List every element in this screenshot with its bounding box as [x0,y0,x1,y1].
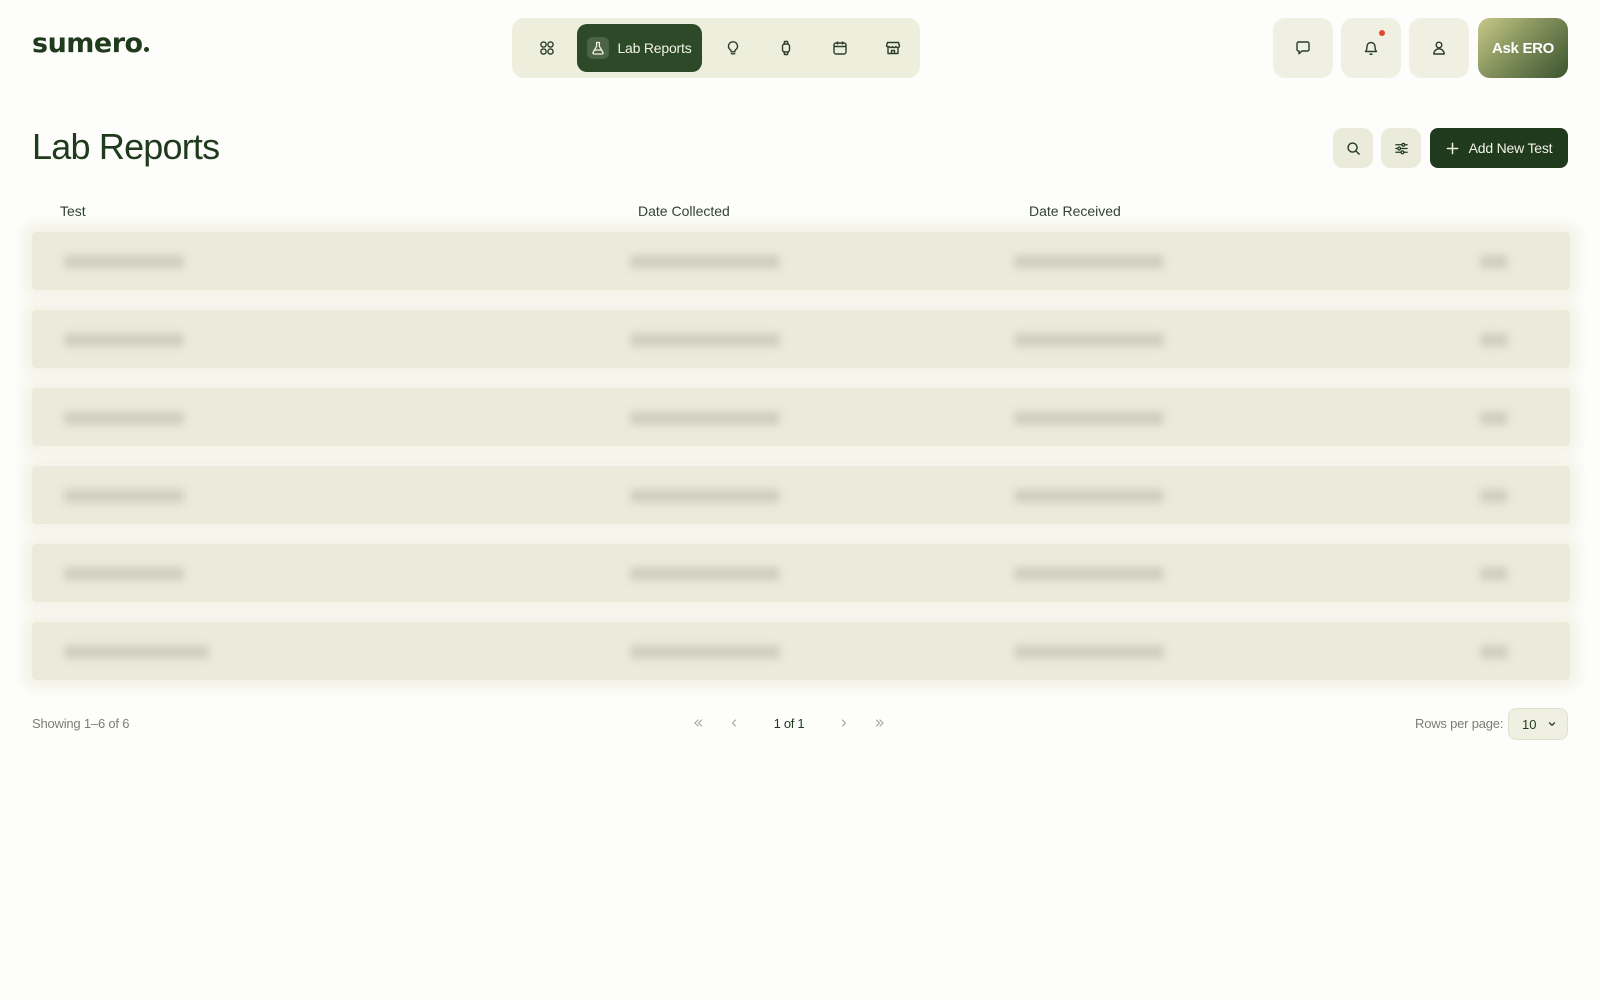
store-icon [885,40,901,56]
table-body [32,232,1570,700]
chevrons-right-icon [874,717,886,729]
grid-icon [539,40,555,56]
calendar-icon [832,40,848,56]
main-nav: Lab Reports [512,18,920,78]
flask-icon [587,37,610,59]
app-logo[interactable]: sumero [32,28,149,59]
add-new-test-button[interactable]: Add New Test [1430,128,1568,168]
cell-date-collected-blurred [630,645,780,659]
cell-action-blurred [1480,333,1508,347]
next-page-button[interactable] [826,711,862,735]
profile-button[interactable] [1409,18,1469,78]
table-header: Test Date Collected Date Received [32,200,1568,224]
rows-per-page-label: Rows per page: [1415,716,1504,731]
cell-action-blurred [1480,411,1508,425]
chat-bubble-icon [1295,40,1311,56]
cell-action-blurred [1480,489,1508,503]
nav-item-insights[interactable] [706,24,759,72]
cell-action-blurred [1480,255,1508,269]
cell-date-received-blurred [1014,255,1164,269]
sliders-icon [1394,141,1409,156]
table-row[interactable] [32,388,1570,446]
chevrons-left-icon [692,717,704,729]
logo-dot [143,47,149,52]
cell-action-blurred [1480,567,1508,581]
cell-date-collected-blurred [630,255,780,269]
cell-date-received-blurred [1014,333,1164,347]
notification-dot [1379,30,1385,36]
table-row[interactable] [32,232,1570,290]
chevron-down-icon [1547,719,1557,729]
cell-date-collected-blurred [630,567,780,581]
filter-button[interactable] [1381,128,1421,168]
chat-button[interactable] [1273,18,1333,78]
table-row[interactable] [32,466,1570,524]
bell-icon [1363,40,1379,56]
page-indicator: 1 of 1 [773,715,805,731]
search-button[interactable] [1333,128,1373,168]
pagination: 1 of 1 [680,711,898,735]
column-header-test[interactable]: Test [60,203,86,219]
column-header-date-received[interactable]: Date Received [1029,203,1121,219]
nav-item-store[interactable] [867,24,920,72]
rows-per-page-value: 10 [1522,716,1537,732]
table-row[interactable] [32,622,1570,680]
cell-test-blurred [64,489,184,503]
nav-item-lab-reports[interactable]: Lab Reports [577,24,703,72]
cell-test-blurred [64,645,209,659]
cell-test-blurred [64,333,184,347]
previous-page-button[interactable] [716,711,752,735]
ask-ero-button[interactable]: Ask ERO [1478,18,1568,78]
page-title: Lab Reports [32,126,220,167]
cell-date-collected-blurred [630,411,780,425]
table-row[interactable] [32,310,1570,368]
cell-date-collected-blurred [630,489,780,503]
plus-icon [1446,142,1459,155]
search-icon [1346,141,1361,156]
cell-action-blurred [1480,645,1508,659]
lightbulb-icon [725,40,741,56]
column-header-date-collected[interactable]: Date Collected [638,203,730,219]
watch-icon [778,40,794,56]
user-icon [1431,40,1447,56]
cell-date-collected-blurred [630,333,780,347]
chevron-left-icon [728,717,740,729]
cell-test-blurred [64,567,184,581]
cell-date-received-blurred [1014,645,1164,659]
rows-per-page-select[interactable]: 10 [1508,708,1568,740]
last-page-button[interactable] [862,711,898,735]
showing-count: Showing 1–6 of 6 [32,716,130,731]
chevron-right-icon [838,717,850,729]
nav-item-dashboard[interactable] [520,24,573,72]
logo-text: sumero [32,28,143,59]
cell-date-received-blurred [1014,489,1164,503]
cell-date-received-blurred [1014,567,1164,581]
nav-item-label: Lab Reports [617,40,692,56]
nav-item-devices[interactable] [760,24,813,72]
cell-test-blurred [64,255,184,269]
first-page-button[interactable] [680,711,716,735]
add-new-test-label: Add New Test [1468,140,1553,156]
table-row[interactable] [32,544,1570,602]
cell-date-received-blurred [1014,411,1164,425]
nav-item-calendar[interactable] [813,24,866,72]
notifications-button[interactable] [1341,18,1401,78]
cell-test-blurred [64,411,184,425]
